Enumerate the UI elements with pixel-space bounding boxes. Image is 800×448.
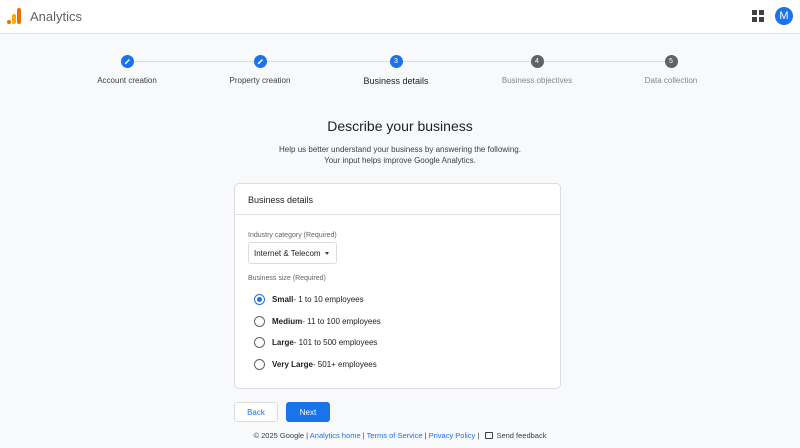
option-name: Very Large xyxy=(272,359,313,369)
industry-category-select[interactable]: Internet & Telecom xyxy=(248,242,337,264)
business-size-option-medium[interactable]: Medium - 11 to 100 employees xyxy=(254,314,381,328)
option-detail: - 1 to 10 employees xyxy=(293,294,364,304)
top-app-bar: Analytics M xyxy=(0,0,800,34)
option-detail: - 11 to 100 employees xyxy=(302,316,381,326)
radio-button[interactable] xyxy=(254,336,265,348)
footer: © 2025 Google | Analytics home | Terms o… xyxy=(0,431,800,440)
pencil-icon xyxy=(120,55,134,68)
option-name: Small xyxy=(272,294,294,304)
radio-button-checked[interactable] xyxy=(254,293,265,305)
step-number: 5 xyxy=(664,55,678,68)
step-label: Account creation xyxy=(97,76,157,85)
option-name: Medium xyxy=(272,316,303,326)
divider xyxy=(235,214,560,215)
analytics-home-link[interactable]: Analytics home xyxy=(310,431,361,440)
caret-down-icon xyxy=(324,251,329,255)
page-subtitle: Help us better understand your business … xyxy=(279,145,521,154)
option-name: Large xyxy=(272,337,294,347)
business-size-label: Business size (Required) xyxy=(248,275,326,282)
analytics-logo-icon[interactable] xyxy=(7,8,21,24)
business-size-option-small[interactable]: Small - 1 to 10 employees xyxy=(254,292,364,306)
step-number: 3 xyxy=(389,55,403,68)
industry-category-label: Industry category (Required) xyxy=(248,232,337,239)
step-label: Data collection xyxy=(644,76,698,85)
apps-grid-icon[interactable] xyxy=(752,10,764,22)
step-data-collection: 5 Data collection xyxy=(596,55,746,85)
step-label: Business objectives xyxy=(501,76,573,85)
page-subtitle: Your input helps improve Google Analytic… xyxy=(324,156,476,165)
step-property-creation[interactable]: Property creation xyxy=(185,55,335,85)
privacy-policy-link[interactable]: Privacy Policy xyxy=(429,431,476,440)
app-title[interactable]: Analytics xyxy=(30,9,82,24)
business-details-card: Business details Industry category (Requ… xyxy=(234,183,561,389)
separator: | xyxy=(475,431,482,440)
back-button[interactable]: Back xyxy=(234,402,278,422)
option-detail: - 101 to 500 employees xyxy=(293,337,378,347)
step-business-objectives: 4 Business objectives xyxy=(462,55,612,85)
copyright-text: © 2025 Google xyxy=(253,431,305,440)
step-account-creation[interactable]: Account creation xyxy=(52,55,202,85)
send-feedback-link[interactable]: Send feedback xyxy=(496,431,546,440)
next-button[interactable]: Next xyxy=(286,402,330,422)
business-size-option-very-large[interactable]: Very Large - 501+ employees xyxy=(254,357,377,371)
radio-button[interactable] xyxy=(254,315,265,327)
page-title: Describe your business xyxy=(327,118,473,134)
option-detail: - 501+ employees xyxy=(312,359,377,369)
feedback-icon[interactable] xyxy=(485,432,494,439)
step-number: 4 xyxy=(530,55,544,68)
step-label: Business details xyxy=(363,76,429,86)
business-size-option-large[interactable]: Large - 101 to 500 employees xyxy=(254,335,377,349)
avatar[interactable]: M xyxy=(775,7,793,25)
step-business-details: 3 Business details xyxy=(321,55,471,86)
step-label: Property creation xyxy=(229,76,291,85)
terms-of-service-link[interactable]: Terms of Service xyxy=(367,431,423,440)
progress-stepper: Account creation Property creation 3 Bus… xyxy=(0,55,800,95)
pencil-icon xyxy=(253,55,267,68)
radio-button[interactable] xyxy=(254,358,265,370)
industry-category-value: Internet & Telecom xyxy=(254,248,321,258)
card-title: Business details xyxy=(248,195,314,205)
